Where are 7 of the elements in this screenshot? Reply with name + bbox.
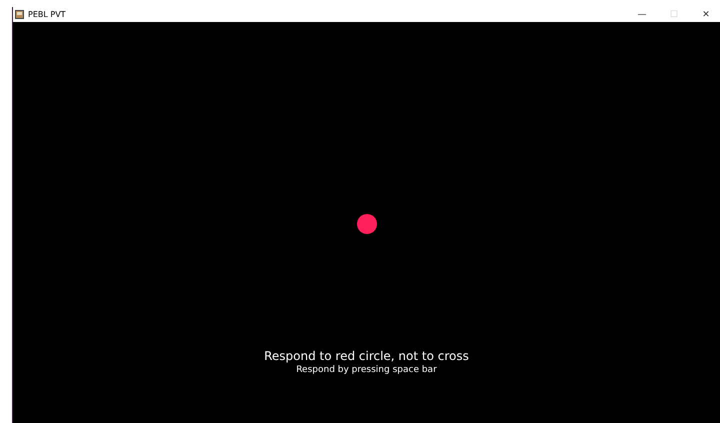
instruction-text: Respond by pressing space bar [296, 365, 437, 375]
app-icon [15, 10, 24, 19]
close-button[interactable]: ✕ [692, 10, 720, 20]
stimulus-dot [356, 214, 376, 234]
window-title: PEBL PVT [28, 10, 67, 19]
minimize-button[interactable]: — [628, 10, 656, 20]
instruction-text: Respond to red circle, not to cross [264, 349, 469, 363]
